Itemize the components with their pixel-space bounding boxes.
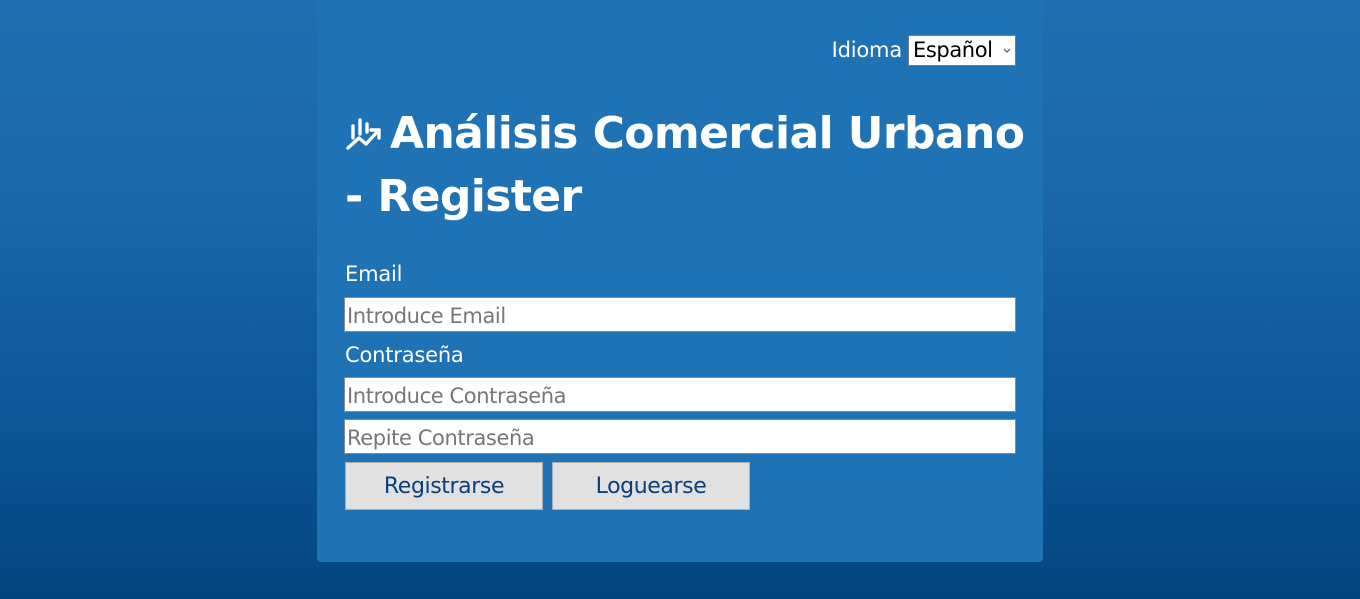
language-select[interactable]: Español	[908, 34, 1016, 66]
language-label: Idioma	[831, 38, 903, 62]
language-selector-row: Idioma Español	[832, 34, 1016, 66]
language-selected-value: Español	[913, 38, 993, 62]
chevron-down-icon	[1003, 48, 1011, 53]
email-field[interactable]	[344, 297, 1016, 332]
password-field[interactable]	[344, 377, 1016, 412]
repeat-password-field[interactable]	[344, 419, 1016, 454]
login-button[interactable]: Loguearse	[552, 462, 750, 510]
chart-trend-icon	[346, 118, 381, 150]
page-title-text: Análisis Comercial Urbano - Register	[345, 108, 1025, 222]
page-title: Análisis Comercial Urbano - Register	[345, 102, 1025, 228]
register-button[interactable]: Registrarse	[345, 462, 543, 510]
email-label: Email	[345, 262, 403, 286]
register-card: Idioma Español Análisis Comercial Urbano…	[317, 0, 1043, 562]
password-label: Contraseña	[345, 343, 464, 367]
